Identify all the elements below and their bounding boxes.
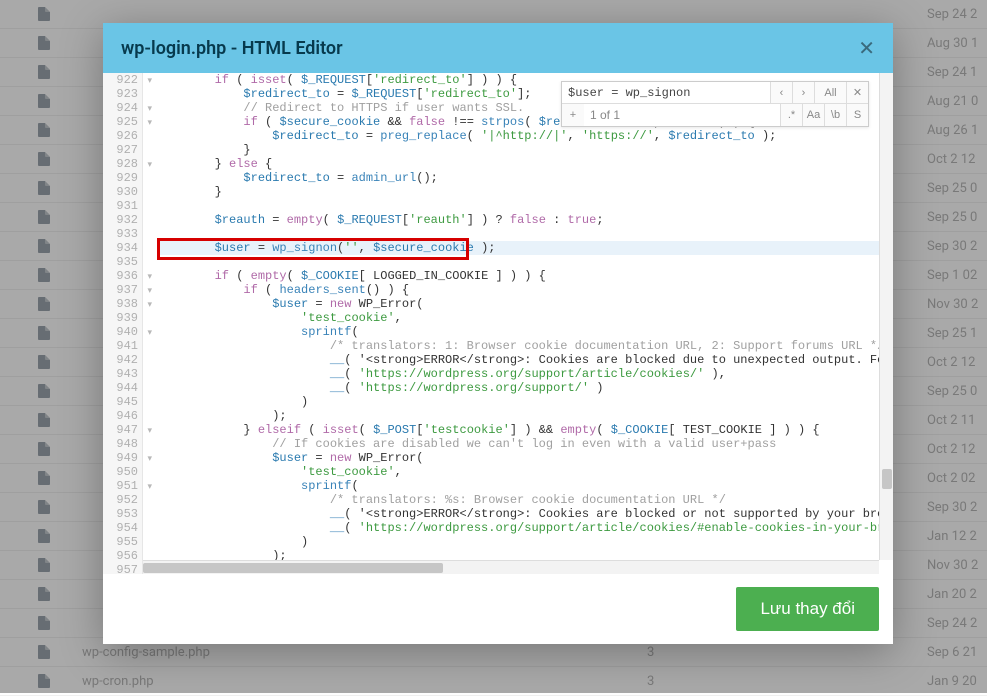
line-number: 936 [103,269,142,283]
code-line[interactable] [157,227,893,241]
line-number: 947 [103,423,142,437]
line-number: 924 [103,101,142,115]
code-line[interactable]: __( '<strong>ERROR</strong>: Cookies are… [157,507,893,521]
code-line[interactable]: ); [157,409,893,423]
code-line[interactable]: 'test_cookie', [157,465,893,479]
line-number: 946 [103,409,142,423]
code-line[interactable]: } else { [157,157,893,171]
find-prev-button[interactable]: ‹ [770,82,792,103]
line-number: 945 [103,395,142,409]
code-line[interactable]: } [157,185,893,199]
line-number: 923 [103,87,142,101]
code-line[interactable]: $user = new WP_Error( [157,451,893,465]
line-number: 925 [103,115,142,129]
search-result-count: 1 of 1 [584,104,780,126]
case-toggle[interactable]: Aa [802,104,824,126]
line-number: 944 [103,381,142,395]
code-line[interactable]: __( 'https://wordpress.org/support/artic… [157,367,893,381]
line-number: 935 [103,255,142,269]
code-line[interactable]: __( 'https://wordpress.org/support/artic… [157,521,893,535]
line-number: 922 [103,73,142,87]
code-line[interactable]: // If cookies are disabled we can't log … [157,437,893,451]
line-number: 952 [103,493,142,507]
replace-toggle-button[interactable]: + [562,104,584,126]
code-area[interactable]: if ( isset( $_REQUEST['redirect_to'] ) )… [143,73,893,574]
vertical-scrollbar[interactable] [879,73,893,560]
line-number: 932 [103,213,142,227]
code-line[interactable]: 'test_cookie', [157,311,893,325]
code-line[interactable]: ) [157,395,893,409]
line-number: 948 [103,437,142,451]
search-close-button[interactable]: ✕ [846,82,868,103]
modal-footer: Lưu thay đổi [103,574,893,644]
code-line[interactable]: /* translators: %s: Browser cookie docum… [157,493,893,507]
line-number: 954 [103,521,142,535]
line-number: 950 [103,465,142,479]
code-line[interactable]: __( 'https://wordpress.org/support/' ) [157,381,893,395]
find-replace-panel: ‹ › All ✕ + 1 of 1 .* Aa \b S [561,81,869,127]
code-line[interactable]: } elseif ( isset( $_POST['testcookie'] )… [157,423,893,437]
code-line[interactable]: $redirect_to = preg_replace( '|^http://|… [157,129,893,143]
regex-toggle[interactable]: .* [780,104,802,126]
line-number-gutter: 9229239249259269279289299309319329339349… [103,73,143,574]
code-line[interactable]: $reauth = empty( $_REQUEST['reauth'] ) ?… [157,213,893,227]
code-line[interactable]: if ( empty( $_COOKIE[ LOGGED_IN_COOKIE ]… [157,269,893,283]
line-number: 949 [103,451,142,465]
line-number: 957 [103,563,142,574]
code-line[interactable] [157,199,893,213]
line-number: 931 [103,199,142,213]
horizontal-scrollbar-thumb[interactable] [143,563,443,573]
vertical-scrollbar-thumb[interactable] [882,469,892,489]
find-next-button[interactable]: › [792,82,814,103]
code-line[interactable]: if ( headers_sent() ) { [157,283,893,297]
selection-toggle[interactable]: S [846,104,868,126]
modal-header: wp-login.php - HTML Editor ✕ [103,23,893,73]
code-line[interactable]: ) [157,535,893,549]
line-number: 942 [103,353,142,367]
line-number: 951 [103,479,142,493]
code-line[interactable]: sprintf( [157,479,893,493]
line-number: 937 [103,283,142,297]
horizontal-scrollbar[interactable] [143,560,879,574]
line-number: 939 [103,311,142,325]
search-input[interactable] [562,82,770,103]
code-line[interactable]: } [157,143,893,157]
line-number: 929 [103,171,142,185]
line-number: 934 [103,241,142,255]
line-number: 926 [103,129,142,143]
line-number: 943 [103,367,142,381]
line-number: 955 [103,535,142,549]
html-editor-modal: wp-login.php - HTML Editor ✕ 92292392492… [103,23,893,644]
close-icon[interactable]: ✕ [858,36,875,60]
save-button[interactable]: Lưu thay đổi [736,587,879,631]
line-number: 953 [103,507,142,521]
line-number: 927 [103,143,142,157]
code-line[interactable] [157,255,893,269]
code-line[interactable]: $user = new WP_Error( [157,297,893,311]
code-line[interactable]: sprintf( [157,325,893,339]
line-number: 940 [103,325,142,339]
line-number: 956 [103,549,142,563]
line-number: 933 [103,227,142,241]
code-line[interactable]: $redirect_to = admin_url(); [157,171,893,185]
find-all-button[interactable]: All [814,82,846,103]
code-editor[interactable]: 9229239249259269279289299309319329339349… [103,73,893,574]
code-line[interactable]: __( '<strong>ERROR</strong>: Cookies are… [157,353,893,367]
line-number: 941 [103,339,142,353]
line-number: 928 [103,157,142,171]
whole-word-toggle[interactable]: \b [824,104,846,126]
code-line[interactable]: /* translators: 1: Browser cookie docume… [157,339,893,353]
modal-title: wp-login.php - HTML Editor [121,38,858,59]
code-line[interactable]: $user = wp_signon('', $secure_cookie ); [157,241,893,255]
line-number: 938 [103,297,142,311]
line-number: 930 [103,185,142,199]
